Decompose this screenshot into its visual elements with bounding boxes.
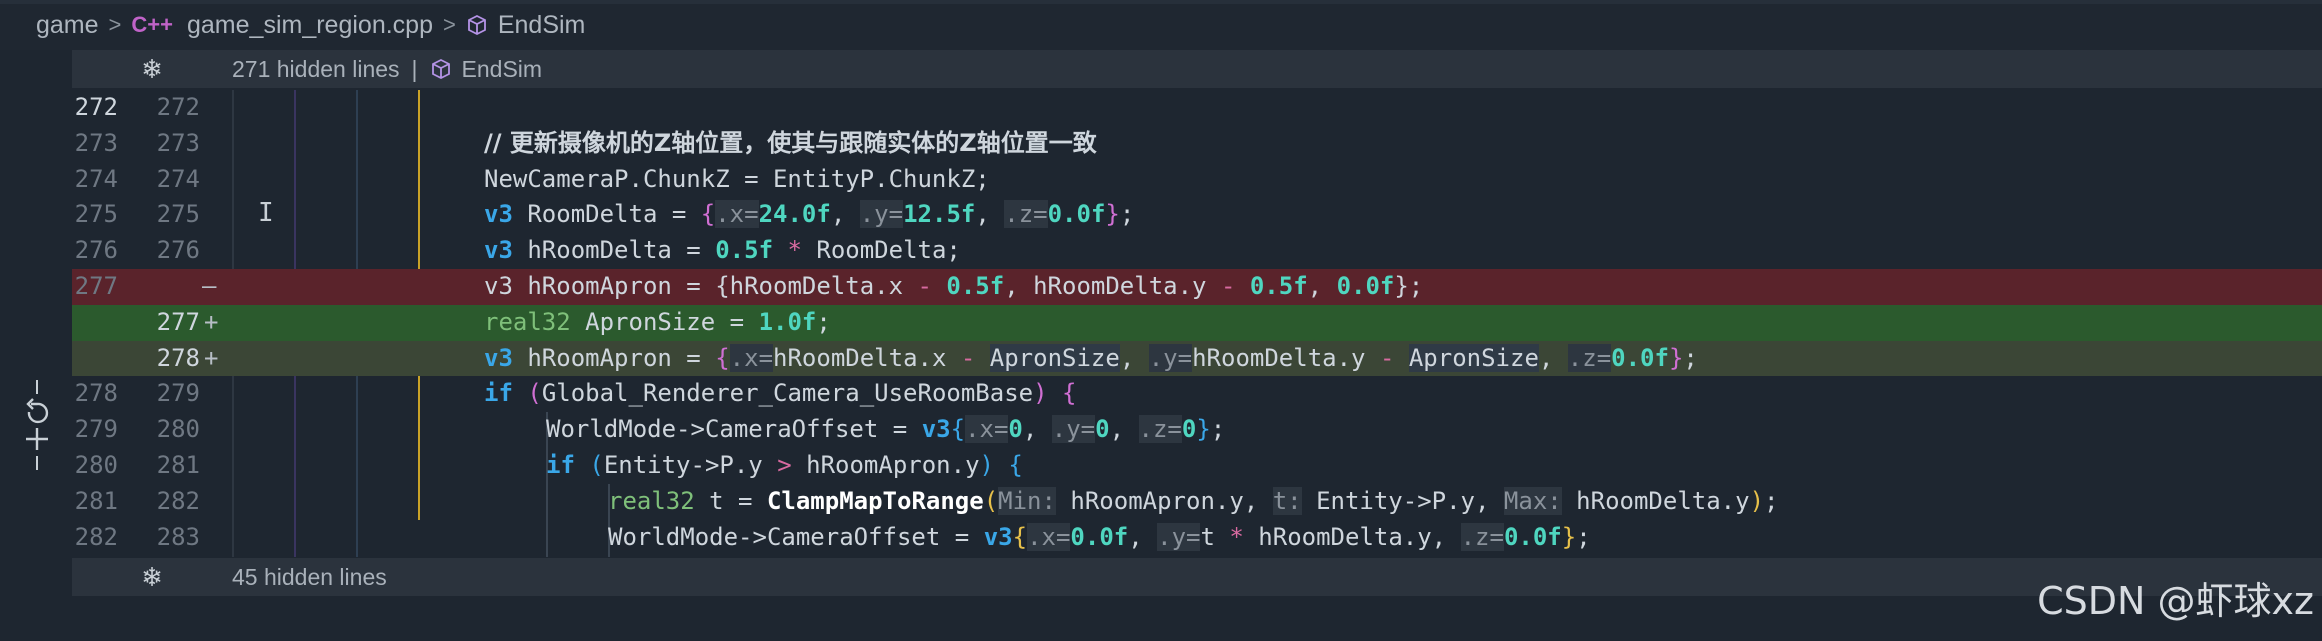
- breadcrumb-file[interactable]: game_sim_region.cpp: [187, 11, 433, 40]
- diff-editor[interactable]: 272 272 273 273 // 更新摄像机的Z轴位置，使其与跟随实体的Z轴…: [72, 90, 2322, 557]
- line-number-new: 275: [156, 200, 200, 229]
- line-number-old: 280: [74, 451, 118, 479]
- breadcrumb-folder[interactable]: game: [36, 11, 99, 40]
- line-number-old: 274: [74, 164, 118, 193]
- chevron-right-icon: >: [442, 12, 456, 37]
- code-line[interactable]: 276 276 v3 hRoomDelta = 0.5f * RoomDelta…: [72, 233, 2322, 269]
- line-number-old: 276: [74, 236, 118, 265]
- symbol-method-icon: [430, 58, 452, 80]
- added-marker: +: [204, 343, 219, 372]
- line-number-old: 279: [74, 415, 118, 444]
- unfold-icon[interactable]: ❄: [72, 54, 232, 85]
- code-comment: // 更新摄像机的Z轴位置，使其与跟随实体的Z轴位置一致: [484, 128, 1097, 157]
- line-number-old: 275: [74, 200, 118, 229]
- line-number-new: 276: [156, 236, 200, 265]
- code-line-added[interactable]: 278 + v3 hRoomApron = {.x=hRoomDelta.x -…: [72, 340, 2322, 377]
- code-text: if (Entity->P.y > hRoomApron.y) {: [546, 451, 1023, 479]
- code-text: v3 hRoomDelta = 0.5f * RoomDelta;: [484, 236, 961, 265]
- line-number-old: 282: [74, 522, 118, 551]
- line-number-new: 281: [156, 451, 200, 479]
- code-text: if (Global_Renderer_Camera_UseRoomBase) …: [484, 379, 1077, 408]
- unfold-icon[interactable]: ❄: [72, 562, 232, 593]
- code-text: real32 t = ClampMapToRange(Min: hRoomApr…: [608, 486, 1779, 515]
- code-line[interactable]: 275 275 v3 RoomDelta = {.x=24.0f, .y=12.…: [72, 197, 2322, 233]
- cpp-file-icon: C++: [131, 12, 173, 37]
- hidden-lines-count: 45 hidden lines: [232, 563, 387, 590]
- line-number-new: 277: [156, 307, 200, 336]
- code-text: v3 hRoomApron = {.x=hRoomDelta.x - Apron…: [484, 343, 1698, 372]
- line-number-new: 273: [156, 128, 200, 157]
- code-line[interactable]: 280 281 if (Entity->P.y > hRoomApron.y) …: [72, 448, 2322, 484]
- line-number-new: 283: [156, 522, 200, 551]
- tab-strip-edge: [0, 0, 2322, 4]
- line-number-new: 272: [156, 93, 200, 121]
- code-line[interactable]: 278 279 if (Global_Renderer_Camera_UseRo…: [72, 376, 2322, 412]
- hidden-lines-fold-bottom[interactable]: ❄ 45 hidden lines: [72, 558, 2322, 596]
- symbol-method-icon: [466, 14, 488, 36]
- code-line[interactable]: 272 272: [72, 90, 2322, 126]
- code-line-deleted[interactable]: 277 — v3 hRoomApron = {hRoomDelta.x - 0.…: [72, 269, 2322, 305]
- line-number-old: 278: [74, 379, 118, 408]
- text-cursor-icon: I: [258, 198, 274, 228]
- line-number-old: 281: [74, 486, 118, 515]
- breadcrumb: game > C++ game_sim_region.cpp > EndSim: [0, 11, 585, 40]
- added-marker: +: [204, 307, 219, 336]
- hidden-lines-fold-top[interactable]: ❄ 271 hidden lines | EndSim: [72, 50, 2322, 88]
- watermark: CSDN @虾球xz: [2037, 579, 2314, 623]
- code-line[interactable]: 274 274 NewCameraP.ChunkZ = EntityP.Chun…: [72, 162, 2322, 198]
- hidden-lines-count: 271 hidden lines: [232, 55, 400, 82]
- code-text: v3 hRoomApron = {hRoomDelta.x - 0.5f, hR…: [484, 272, 1424, 300]
- code-text: v3 RoomDelta = {.x=24.0f, .y=12.5f, .z=0…: [484, 200, 1135, 229]
- code-line[interactable]: 282 283 WorldMode->CameraOffset = v3{.x=…: [72, 520, 2322, 556]
- line-number-new: 282: [156, 486, 200, 515]
- code-line-added[interactable]: 277 + real32 ApronSize = 1.0f;: [72, 304, 2322, 341]
- line-number-new: 279: [156, 379, 200, 408]
- revert-change-icon[interactable]: [20, 380, 54, 470]
- fold-symbol: EndSim: [461, 55, 543, 82]
- diff-gutter: [0, 90, 72, 557]
- code-text: NewCameraP.ChunkZ = EntityP.ChunkZ;: [484, 164, 990, 193]
- code-text: real32 ApronSize = 1.0f;: [484, 307, 831, 336]
- fold-divider: |: [411, 55, 418, 82]
- line-number-new: 280: [156, 415, 200, 444]
- line-number-new: 274: [156, 164, 200, 193]
- line-number-old: 272: [74, 93, 118, 121]
- line-number-new: 278: [156, 343, 200, 372]
- code-text: WorldMode->CameraOffset = v3{.x=0.0f, .y…: [608, 522, 1591, 551]
- line-number-old: 277: [74, 272, 118, 300]
- breadcrumb-bar: game > C++ game_sim_region.cpp > EndSim: [0, 0, 2322, 50]
- line-number-old: 273: [74, 128, 118, 157]
- breadcrumb-symbol[interactable]: EndSim: [498, 11, 586, 40]
- deleted-marker: —: [202, 272, 217, 300]
- chevron-right-icon: >: [108, 12, 122, 37]
- code-line[interactable]: 279 280 WorldMode->CameraOffset = v3{.x=…: [72, 412, 2322, 448]
- code-text: WorldMode->CameraOffset = v3{.x=0, .y=0,…: [546, 415, 1226, 444]
- code-line[interactable]: 281 282 real32 t = ClampMapToRange(Min: …: [72, 484, 2322, 520]
- code-line[interactable]: 273 273 // 更新摄像机的Z轴位置，使其与跟随实体的Z轴位置一致: [72, 126, 2322, 162]
